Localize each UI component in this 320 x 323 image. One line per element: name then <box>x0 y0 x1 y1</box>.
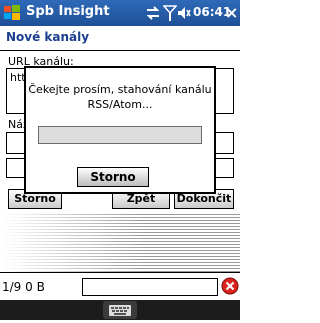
close-icon[interactable]: × <box>225 3 239 22</box>
menu-bar <box>0 300 240 320</box>
download-dialog: Čekejte prosím, stahování kanálu RSS/Ato… <box>24 66 216 194</box>
title-bar: Spb Insight 06:41 × <box>0 0 240 26</box>
dialog-cancel-button[interactable]: Storno <box>77 167 149 187</box>
status-input[interactable] <box>82 278 218 296</box>
download-progress-bar <box>38 126 202 144</box>
signal-icon[interactable] <box>163 4 177 22</box>
page-title: Nové kanály <box>6 30 90 44</box>
keyboard-icon[interactable] <box>103 301 137 319</box>
windows-flag-icon[interactable] <box>2 3 22 23</box>
dialog-message: Čekejte prosím, stahování kanálu RSS/Ato… <box>28 83 212 111</box>
stop-icon[interactable] <box>221 277 239 295</box>
striped-background <box>0 212 240 272</box>
heading-divider <box>0 50 240 51</box>
connectivity-icon[interactable] <box>145 4 161 22</box>
status-bar: 1/9 0 B <box>0 272 240 301</box>
status-text: 1/9 0 B <box>2 280 45 294</box>
app-title: Spb Insight <box>26 4 110 19</box>
volume-icon[interactable] <box>177 4 191 22</box>
